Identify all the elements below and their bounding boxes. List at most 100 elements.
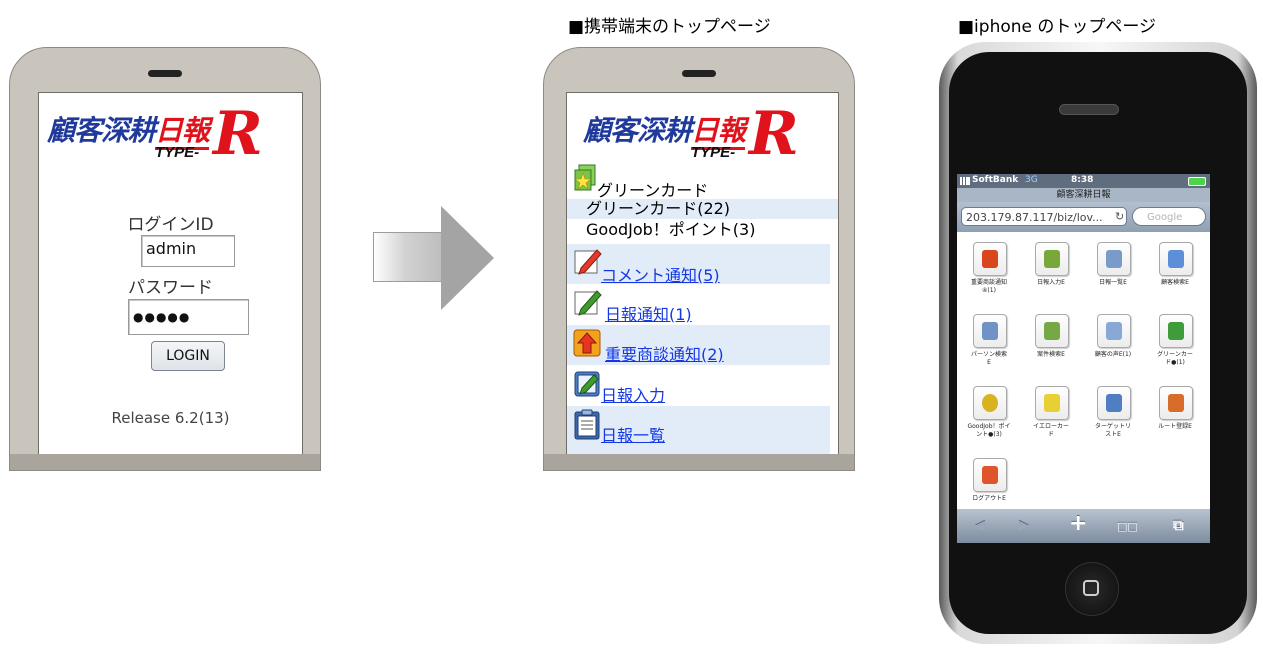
tile-label: 案件検索E [1037, 351, 1065, 358]
tile-label: GoodJob！ポイ ント●(3) [967, 423, 1011, 438]
notebook-icon [573, 368, 600, 397]
yellow-card-icon [1035, 386, 1069, 420]
up-arrow-icon [973, 242, 1007, 276]
phone-bottom-bezel [10, 454, 320, 470]
logo-r-letter: R [213, 99, 263, 169]
tile-daily-report-list[interactable]: 日報一覧E [1085, 242, 1145, 302]
tile-goodjob[interactable]: GoodJob！ポイ ント●(3) [961, 386, 1021, 446]
clipboard-icon [573, 408, 600, 440]
earpiece-speaker [682, 70, 716, 77]
up-arrow-icon [573, 327, 601, 357]
menu-phone-frame: 顧客深耕日報 TYPE- R グリーンカード グリーンカード(22) GoodJ… [543, 47, 855, 471]
tile-daily-report-input[interactable]: 日報入力E [1023, 242, 1083, 302]
menu-item-daily-report-list[interactable]: 日報一覧 [567, 406, 830, 455]
iphone-screen: SoftBank 3G 8:38 顧客深耕日報 203.179.87.117/b… [957, 174, 1210, 543]
release-version: Release 6.2(13) [111, 409, 230, 427]
tile-deal-search[interactable]: 案件検索E [1023, 314, 1083, 374]
iphone-earpiece [1059, 104, 1119, 115]
logo-r-letter: R [749, 99, 799, 169]
pages-icon[interactable]: ⧉ [1173, 516, 1184, 534]
safari-toolbar: ◀ ▶ + □□ ⧉ [957, 509, 1210, 543]
password-input[interactable]: ●●●●● [128, 299, 249, 335]
tile-customer-voice[interactable]: 顧客の声E(1) [1085, 314, 1145, 374]
menu-item-daily-report-input[interactable]: 日報入力 [567, 366, 830, 406]
url-field[interactable]: 203.179.87.117/biz/lov... [961, 207, 1127, 226]
pencil-red-icon [573, 246, 602, 275]
earpiece-speaker [148, 70, 182, 77]
login-button[interactable]: LOGIN [151, 341, 225, 371]
network-type: 3G [1025, 175, 1038, 185]
menu-item-label[interactable]: 重要商談通知(2) [605, 341, 724, 365]
home-square-icon [1083, 580, 1099, 596]
list-icon [1097, 242, 1131, 276]
pencil-green-icon [573, 287, 602, 316]
tile-route-register[interactable]: ルート登録E [1147, 386, 1207, 446]
home-button[interactable] [1065, 562, 1119, 616]
people-icon [1159, 242, 1193, 276]
login-phone-frame: 顧客深耕日報 TYPE- R ログインID admin パスワード ●●●●● … [9, 47, 321, 471]
tile-label: ルート登録E [1158, 423, 1192, 430]
tile-label: 顧客の声E(1) [1094, 351, 1132, 358]
status-bar: SoftBank 3G 8:38 [957, 174, 1210, 188]
tile-label: 重要商談通知 ④(1) [970, 279, 1007, 294]
login-id-label: ログインID [127, 215, 214, 235]
password-label: パスワード [128, 278, 213, 298]
caption-mobile-top: ■携帯端末のトップページ [568, 17, 771, 37]
menu-item-label[interactable]: 日報通知(1) [605, 301, 692, 325]
tile-customer-search[interactable]: 顧客検索E [1147, 242, 1207, 302]
green-card-header: グリーンカード [597, 181, 709, 200]
tile-label: イエローカー ド [1033, 423, 1069, 438]
menu-item-important-deal-notice[interactable]: 重要商談通知(2) [567, 325, 830, 365]
tile-important-deal[interactable]: 重要商談通知 ④(1) [961, 242, 1021, 302]
tile-label: 日報一覧E [1099, 279, 1127, 286]
logo-blue-text: 顧客深耕 [583, 114, 692, 147]
tile-label: ターゲットリ ストE [1094, 423, 1131, 438]
tile-green-card[interactable]: グリーンカー ド●(1) [1147, 314, 1207, 374]
page-title: 顧客深耕日報 [957, 188, 1210, 202]
stacked-pages-icon [1097, 386, 1131, 420]
medal-icon [973, 386, 1007, 420]
menu-item-label[interactable]: 日報一覧 [601, 422, 665, 446]
app-logo: 顧客深耕日報 TYPE- R [47, 99, 287, 177]
tile-person-search[interactable]: パーソン検索 E [961, 314, 1021, 374]
carrier-name: SoftBank [972, 175, 1019, 185]
menu-item-label[interactable]: 日報入力 [601, 382, 665, 406]
deal-icon [1035, 314, 1069, 348]
caption-iphone-top: ■iphone のトップページ [958, 17, 1157, 37]
tile-label: パーソン検索 E [970, 351, 1007, 366]
back-icon[interactable]: ◀ [975, 518, 985, 533]
notebook-icon [1035, 242, 1069, 276]
phone-bottom-bezel [544, 454, 854, 470]
add-icon[interactable]: + [1069, 511, 1087, 536]
logout-icon [973, 458, 1007, 492]
logo-type-text: TYPE- [155, 144, 200, 161]
tile-target-list[interactable]: ターゲットリ ストE [1085, 386, 1145, 446]
person-card-icon [973, 314, 1007, 348]
bookmarks-icon[interactable]: □□ [1117, 520, 1138, 533]
logo-blue-text: 顧客深耕 [47, 114, 156, 147]
logo-type-text: TYPE- [691, 144, 736, 161]
menu-item-daily-report-notice[interactable]: 日報通知(1) [567, 285, 830, 325]
voice-icon [1097, 314, 1131, 348]
search-field[interactable]: Google [1132, 207, 1206, 226]
reload-icon[interactable]: ↻ [1115, 210, 1124, 223]
forward-icon[interactable]: ▶ [1019, 518, 1029, 533]
tile-label: グリーンカー ド●(1) [1157, 351, 1193, 366]
green-card-icon [1159, 314, 1193, 348]
signal-icon [960, 177, 970, 185]
goodjob-points: GoodJob！ポイント(3) [586, 220, 756, 239]
tile-yellow-card[interactable]: イエローカー ド [1023, 386, 1083, 446]
tile-label: 顧客検索E [1161, 279, 1189, 286]
address-bar: 203.179.87.117/biz/lov... ↻ Google [957, 202, 1210, 232]
green-card-count: グリーンカード(22) [567, 199, 838, 219]
route-arrow-icon [1159, 386, 1193, 420]
login-screen: 顧客深耕日報 TYPE- R ログインID admin パスワード ●●●●● … [38, 92, 303, 456]
menu-item-comment-notice[interactable]: コメント通知(5) [567, 244, 830, 286]
login-id-input[interactable]: admin [141, 235, 235, 267]
tile-label: 日報入力E [1037, 279, 1065, 286]
menu-item-label[interactable]: コメント通知(5) [601, 262, 720, 286]
clock: 8:38 [1071, 175, 1094, 185]
battery-icon [1188, 177, 1206, 186]
app-logo: 顧客深耕日報 TYPE- R [583, 99, 823, 177]
menu-screen: 顧客深耕日報 TYPE- R グリーンカード グリーンカード(22) GoodJ… [566, 92, 839, 456]
